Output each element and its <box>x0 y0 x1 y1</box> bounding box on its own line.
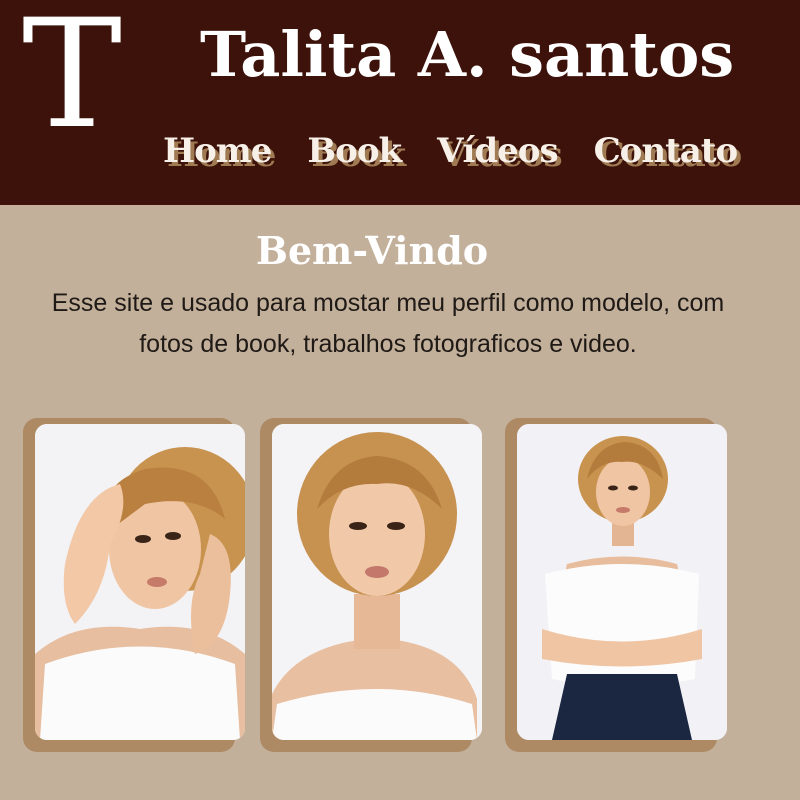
welcome-title: Bem-Vindo <box>255 228 489 273</box>
nav-home[interactable]: Home <box>163 131 272 171</box>
full-body-image <box>517 424 727 740</box>
site-header: T Talita A. santos Home Book Vídeos Cont… <box>0 0 800 205</box>
model-photo-2[interactable] <box>272 424 482 740</box>
logo-letter[interactable]: T <box>22 0 122 150</box>
nav-book[interactable]: Book <box>307 131 402 171</box>
nav-videos[interactable]: Vídeos <box>437 131 559 171</box>
gallery-card-1[interactable] <box>23 418 245 752</box>
main-nav: Home Book Vídeos Contato <box>163 126 739 176</box>
nav-contato[interactable]: Contato <box>594 131 739 171</box>
portrait-face-image <box>272 424 482 740</box>
welcome-text: Esse site e usado para mostar meu perfil… <box>51 289 725 358</box>
model-photo-1[interactable] <box>35 424 245 740</box>
gallery-card-3[interactable] <box>505 418 727 752</box>
portrait-hands-image <box>35 424 245 740</box>
site-title: Talita A. santos <box>200 18 735 91</box>
model-photo-3[interactable] <box>517 424 727 740</box>
gallery-card-2[interactable] <box>260 418 482 752</box>
